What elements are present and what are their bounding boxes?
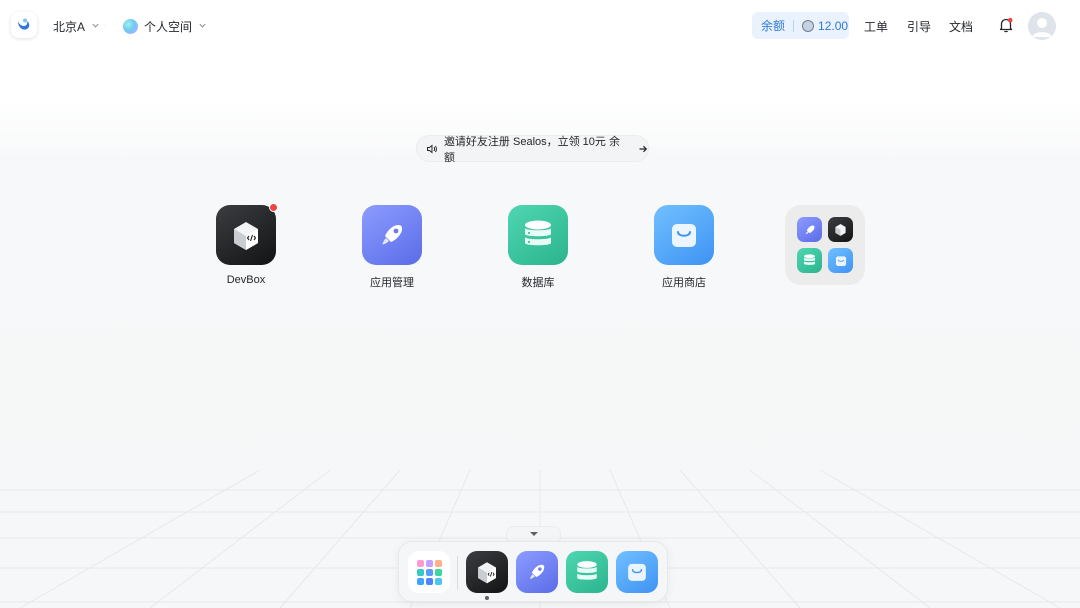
nav-docs[interactable]: 文档	[949, 18, 973, 35]
user-avatar[interactable]	[1028, 12, 1056, 40]
dock-app-store[interactable]	[616, 551, 658, 593]
nav-tickets[interactable]: 工单	[864, 18, 888, 35]
app-label: 应用商店	[662, 277, 706, 289]
dock-app-grid[interactable]	[408, 551, 450, 593]
app-database[interactable]: 数据库	[493, 205, 583, 290]
database-icon	[577, 561, 597, 580]
notification-bell-icon[interactable]	[997, 16, 1015, 34]
app-label: 应用管理	[370, 277, 414, 289]
dock	[398, 541, 668, 602]
rocket-icon	[530, 564, 545, 579]
balance-label: 余额	[761, 19, 786, 33]
app-store[interactable]: 应用商店	[639, 205, 729, 290]
devbox-icon	[216, 203, 278, 265]
dock-launchpad[interactable]	[516, 551, 558, 593]
nav-guide[interactable]: 引导	[907, 18, 931, 35]
dock-divider	[457, 556, 458, 590]
dock-database[interactable]	[566, 551, 608, 593]
balance-value: 12.00	[818, 18, 849, 33]
invite-banner[interactable]: 邀请好友注册 Sealos，立领 10元 余额	[416, 135, 649, 164]
database-icon	[508, 205, 568, 265]
rocket-icon	[362, 205, 422, 265]
active-app-indicator	[485, 596, 489, 600]
workspace-selector[interactable]: 个人空间	[123, 18, 207, 35]
sealos-logo-icon	[18, 18, 30, 30]
devbox-icon	[478, 562, 496, 584]
balance-divider	[793, 19, 795, 32]
top-bar: 北京A 个人空间 余额 12.00 工单 引导 文档	[0, 0, 1080, 52]
dock-devbox[interactable]	[466, 551, 508, 593]
invite-banner-text: 邀请好友注册 Sealos，立领 10元 余额	[443, 135, 620, 164]
region-selector[interactable]: 北京A	[53, 18, 100, 35]
balance-badge[interactable]: 余额 12.00	[752, 12, 849, 39]
app-folder[interactable]	[785, 205, 865, 285]
app-label: DevBox	[226, 274, 266, 286]
breadcrumb-separator	[104, 23, 105, 27]
region-label: 北京A	[53, 20, 86, 34]
workspace-label: 个人空间	[144, 20, 193, 34]
dock-toggle[interactable]	[506, 526, 561, 542]
app-label: 数据库	[521, 277, 555, 289]
shopping-bag-icon	[654, 205, 714, 265]
shopping-bag-icon	[828, 248, 853, 273]
database-icon	[797, 248, 822, 273]
app-devbox[interactable]: DevBox	[201, 203, 291, 286]
shopping-bag-icon	[628, 563, 646, 581]
app-grid-icon	[416, 559, 442, 585]
caret-down-icon	[529, 532, 538, 536]
speaker-icon	[426, 143, 437, 154]
user-avatar-icon	[1028, 12, 1056, 40]
sealos-logo[interactable]	[11, 12, 37, 38]
chevron-down-icon	[198, 21, 207, 32]
coin-icon	[802, 19, 815, 32]
rocket-icon	[797, 217, 822, 242]
arrow-right-icon	[639, 145, 648, 152]
app-launchpad[interactable]: 应用管理	[347, 205, 437, 290]
chevron-down-icon	[91, 21, 100, 32]
workspace-avatar-icon	[123, 19, 138, 34]
devbox-icon	[828, 217, 853, 242]
notification-badge	[269, 203, 278, 212]
